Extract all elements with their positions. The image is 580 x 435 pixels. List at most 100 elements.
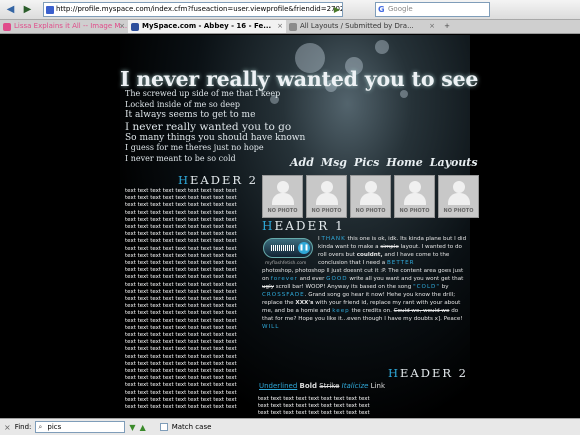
filler-text-line: text text text text text text text text … [125,224,237,231]
filler-text-line: text text text text text text text text … [125,216,237,223]
filler-text-line: text text text text text text text text … [125,317,237,324]
avatar-head-icon [453,181,465,193]
filler-text-line: text text text text text text text text … [125,195,237,202]
find-input[interactable]: ⌕ pics [35,421,126,433]
highlight-text: CROSSFADE [262,292,305,298]
profile-nav: Add Msg Pics Home Layouts [290,156,478,169]
tab-favicon-icon [3,23,11,31]
lyric-line: It always seems to get to me [125,110,256,120]
forward-button[interactable]: ▶ [20,3,35,17]
lyric-line: The screwed up side of me that I keep [125,89,281,98]
filler-text-line: text text text text text text text text … [125,324,237,331]
lyric-line: I guess for me theres just no hope [125,143,264,152]
friend-photo[interactable]: NO PHOTO [306,175,347,218]
filler-text-line: text text text text text text text text … [125,252,237,259]
avatar-body-icon [316,193,338,205]
link-sample[interactable]: Link [371,382,385,390]
tab-all-layouts[interactable]: All Layouts / Submitted by Dra... × [286,20,438,33]
back-button[interactable]: ◀ [3,3,18,17]
search-icon: ⌕ [38,423,43,431]
bold-sample: Bold [299,382,318,390]
no-photo-label: NO PHOTO [399,208,430,214]
filler-text-line: text text text text text text text text … [125,360,237,367]
search-box[interactable]: G Google [375,2,490,17]
filler-text-line: text text text text text text text text … [125,245,237,252]
para-text: scroll bar! WOOP! Anyway its based on th… [275,284,412,290]
address-bar[interactable]: http://profile.myspace.com/index.cfm?fus… [43,2,343,17]
avatar-head-icon [365,181,377,193]
filler-text-line: text text text text text text text text … [125,339,237,346]
text-style-samples: Underlined Bold Strike Italicize Link [259,382,385,390]
nav-home-link[interactable]: Home [386,156,422,169]
avatar-body-icon [360,193,382,205]
filler-text-line: text text text text text text text text … [125,375,237,382]
header-text: EADER 2 [190,173,258,187]
go-icon[interactable]: ▶ [334,3,340,16]
italic-sample: Italicize [341,382,369,390]
tab-favicon-icon [289,23,297,31]
strike-text: ugly [262,284,274,290]
tab-close-icon[interactable]: × [429,20,435,33]
light-bokeh [400,90,408,98]
tab-myspace[interactable]: MySpace.com - Abbey - 16 - Fe... × [128,20,286,33]
strike-text: Could we, would we [393,308,450,314]
lyric-line: I never really wanted you to go [125,120,292,133]
tab-close-icon[interactable]: × [277,20,283,33]
nav-pics-link[interactable]: Pics [354,156,379,169]
filler-text-line: text text text text text text text text … [125,274,237,281]
url-text: http://profile.myspace.com/index.cfm?fus… [56,5,342,13]
filler-text-line: text text text text text text text text … [125,288,237,295]
match-case-checkbox[interactable] [159,423,168,431]
filler-text-line: text text text text text text text text … [125,404,237,411]
left-header-2: HEADER 2 [178,173,258,187]
avatar-body-icon [448,193,470,205]
filler-text-line: text text text text text text text text … [125,209,237,216]
close-find-icon[interactable]: × [4,423,11,432]
filler-text-line: text text text text text text text text … [125,382,237,389]
header-1: HEADER 1 [262,219,345,233]
filler-text-line: text text text text text text text text … [125,303,237,310]
filler-text-line: text text text text text text text text … [125,332,237,339]
avatar-head-icon [409,181,421,193]
tab-close-icon[interactable]: × [119,20,125,33]
find-next-icon[interactable]: ▼ [129,423,135,432]
para-text: by [441,284,449,290]
new-tab-button[interactable]: + [438,20,456,33]
header-initial: H [262,219,275,233]
friend-photo[interactable]: NO PHOTO [394,175,435,218]
friend-photo[interactable]: NO PHOTO [350,175,391,218]
no-photo-label: NO PHOTO [443,208,474,214]
friend-photo[interactable]: NO PHOTO [262,175,303,218]
web-page: I never really wanted you to see The scr… [0,35,580,417]
friends-photos: NO PHOTO NO PHOTO NO PHOTO NO PHOTO NO P… [262,175,479,218]
nav-layouts-link[interactable]: Layouts [430,156,478,169]
highlight-text: BETTER [386,260,415,266]
avatar-head-icon [321,181,333,193]
right-filler-column: text text text text text text text text … [258,396,468,417]
filler-text-line: text text text text text text text text … [125,231,237,238]
para-text: write all you want and you wont get that [349,276,464,282]
filler-text-line: text text text text text text text text … [125,296,237,303]
no-photo-label: NO PHOTO [267,208,298,214]
bold-text: XXX's [295,300,314,306]
nav-add-link[interactable]: Add [290,156,314,169]
google-icon: G [378,5,385,14]
header-text: EADER 2 [400,366,468,380]
filler-text-line: text text text text text text text text … [125,202,237,209]
tab-bar: Lissa Explains it All -- Image M... × My… [0,20,580,34]
search-placeholder: Google [388,5,413,13]
strike-text: simple [380,244,399,250]
para-text: the credits on. [351,308,392,314]
filler-text-line: text text text text text text text text … [125,396,237,403]
find-previous-icon[interactable]: ▲ [140,423,146,432]
highlight-text: GOOD [326,276,348,282]
tab-title: All Layouts / Submitted by Dra... [300,22,414,30]
site-favicon-icon [46,6,54,14]
left-filler-column: text text text text text text text text … [125,188,255,417]
filler-text-line: text text text text text text text text … [125,389,237,396]
highlight-text: forever [270,276,298,282]
header-initial: H [178,173,191,187]
nav-msg-link[interactable]: Msg [321,156,347,169]
tab-lissa[interactable]: Lissa Explains it All -- Image M... × [0,20,128,33]
friend-photo[interactable]: NO PHOTO [438,175,479,218]
